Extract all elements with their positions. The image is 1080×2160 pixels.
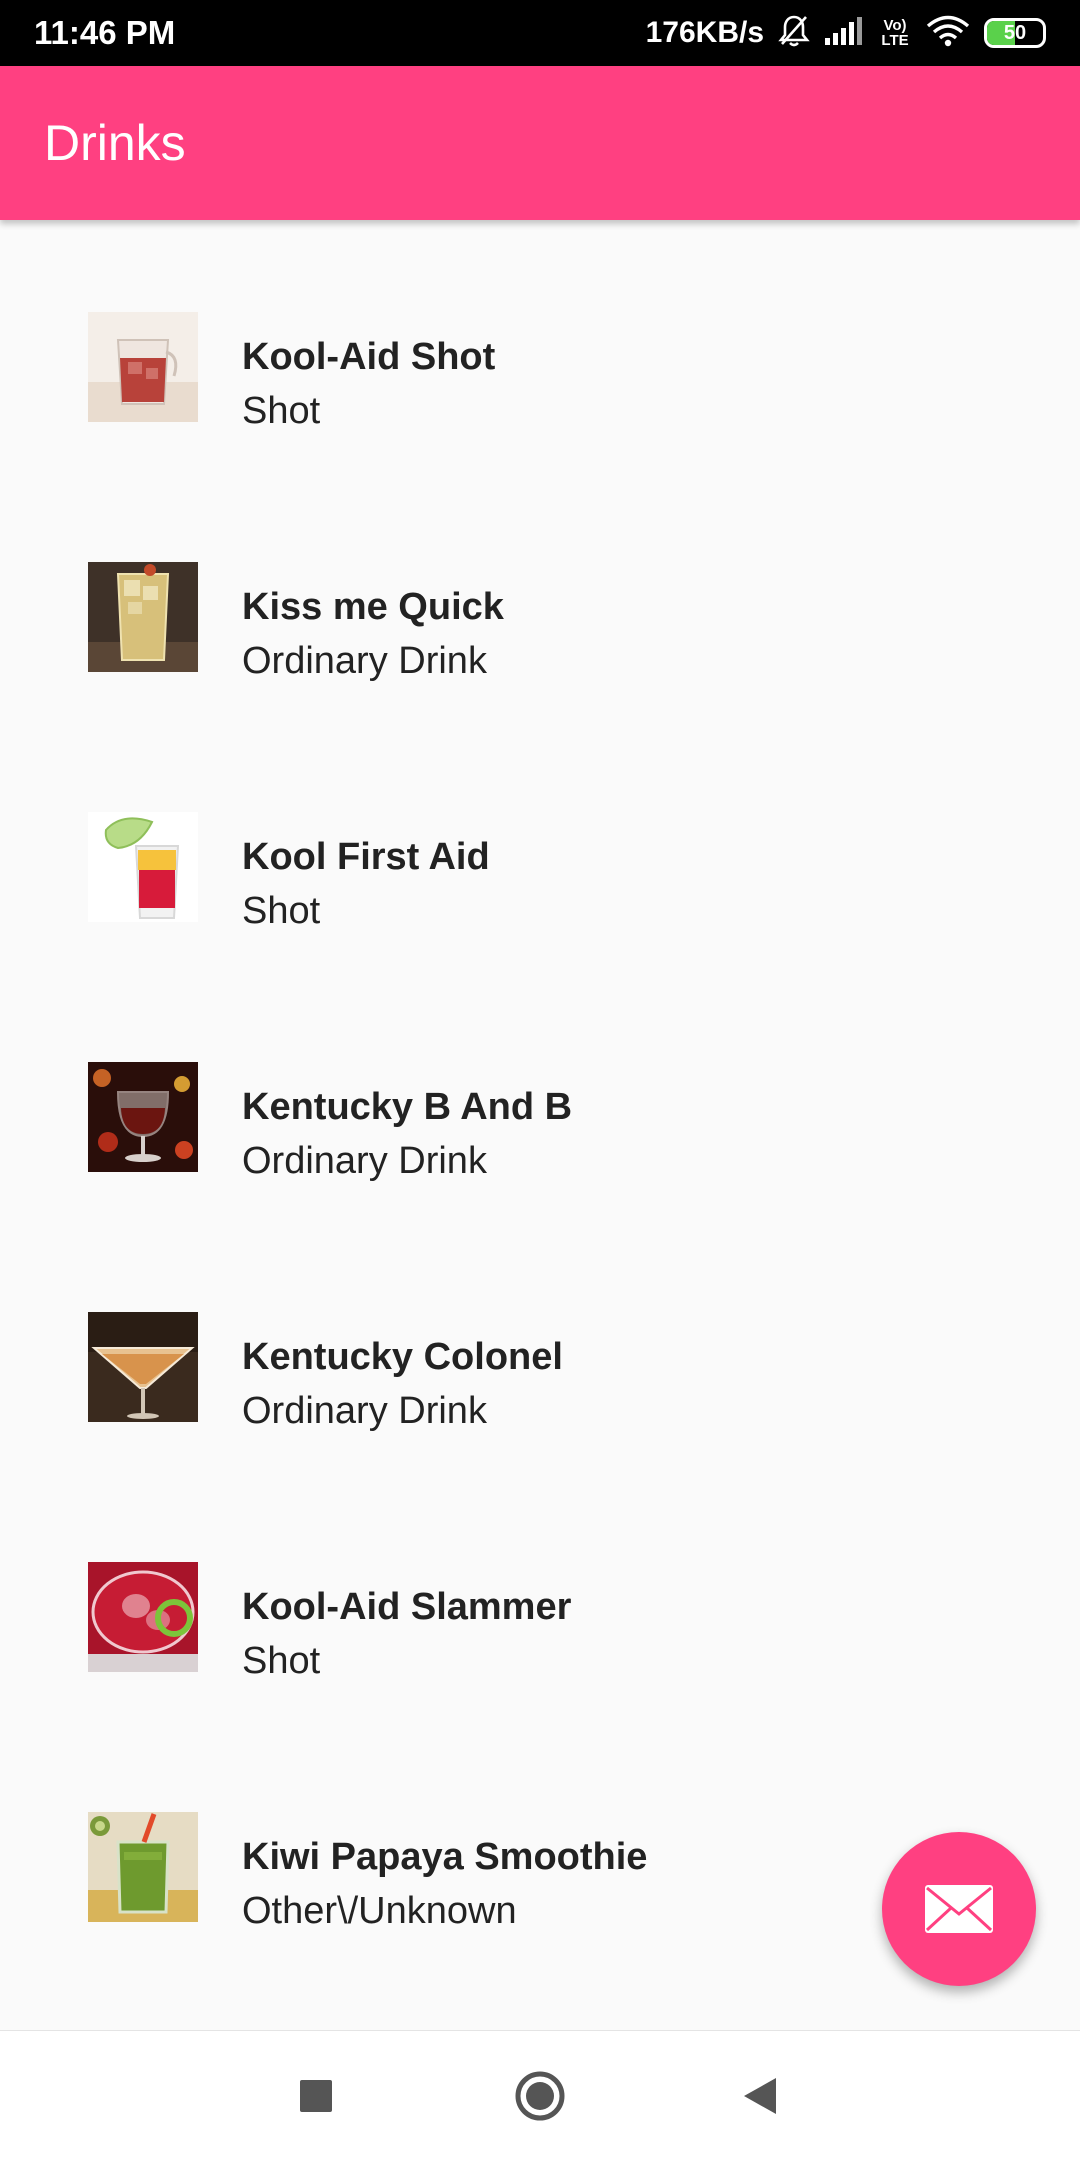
status-icons: 176KB/s Vo) LTE 50 [646, 0, 1046, 66]
network-speed: 176KB/s [645, 16, 764, 49]
list-item[interactable]: Kiss me Quick Ordinary Drink [0, 510, 1080, 760]
app-bar: Drinks [0, 66, 1080, 220]
home-circle-icon[interactable] [505, 2061, 575, 2131]
drink-category: Shot [242, 1640, 321, 1682]
drink-category: Shot [242, 390, 321, 432]
drink-category: Ordinary Drink [242, 1140, 487, 1182]
screen: 11:46 PM 176KB/s Vo) LTE 50 Drinks Kool-… [0, 0, 1080, 2160]
drink-name: Kool-Aid Shot [242, 336, 496, 378]
volte-label-top: Vo) [883, 17, 907, 34]
signal-icon [824, 16, 864, 51]
drink-thumbnail [88, 312, 198, 422]
navigation-bar [0, 2030, 1080, 2160]
battery-level: 50 [1003, 22, 1027, 44]
drink-thumbnail [88, 1062, 198, 1172]
drink-name: Kentucky Colonel [242, 1336, 563, 1378]
drink-name: Kool First Aid [242, 836, 490, 878]
recents-square-icon[interactable] [281, 2061, 351, 2131]
list-item[interactable]: Kool-Aid Slammer Shot [0, 1510, 1080, 1760]
drink-name: Kool-Aid Slammer [242, 1586, 572, 1628]
volte-label-bottom: LTE [881, 32, 909, 49]
drink-thumbnail [88, 1562, 198, 1672]
drink-thumbnail [88, 812, 198, 922]
page-title: Drinks [44, 115, 186, 171]
envelope-icon [925, 1885, 993, 1933]
back-triangle-icon[interactable] [726, 2061, 796, 2131]
drink-category: Ordinary Drink [242, 640, 487, 682]
drink-category: Shot [242, 890, 321, 932]
drink-category: Ordinary Drink [242, 1390, 487, 1432]
volte-icon: Vo) LTE [878, 18, 912, 48]
list-item[interactable]: Kentucky Colonel Ordinary Drink [0, 1260, 1080, 1510]
compose-email-button[interactable] [882, 1832, 1036, 1986]
list-item[interactable]: Kool-Aid Shot Shot [0, 260, 1080, 510]
status-time: 11:46 PM [34, 14, 176, 51]
list-item[interactable]: Kentucky B And B Ordinary Drink [0, 1010, 1080, 1260]
bell-muted-icon [778, 14, 810, 53]
list-item[interactable]: Kool First Aid Shot [0, 760, 1080, 1010]
drink-list[interactable]: Kool-Aid Shot Shot Kiss me Quick Ordinar… [0, 220, 1080, 2030]
drink-thumbnail [88, 1312, 198, 1422]
drink-thumbnail [88, 562, 198, 672]
drink-name: Kentucky B And B [242, 1086, 573, 1128]
status-bar: 11:46 PM 176KB/s Vo) LTE 50 [0, 0, 1080, 66]
battery-icon: 50 [984, 18, 1046, 48]
drink-name: Kiwi Papaya Smoothie [242, 1836, 648, 1878]
drink-name: Kiss me Quick [242, 586, 504, 628]
drink-category: Other\/Unknown [242, 1890, 517, 1932]
wifi-icon [926, 15, 970, 52]
drink-thumbnail [88, 1812, 198, 1922]
